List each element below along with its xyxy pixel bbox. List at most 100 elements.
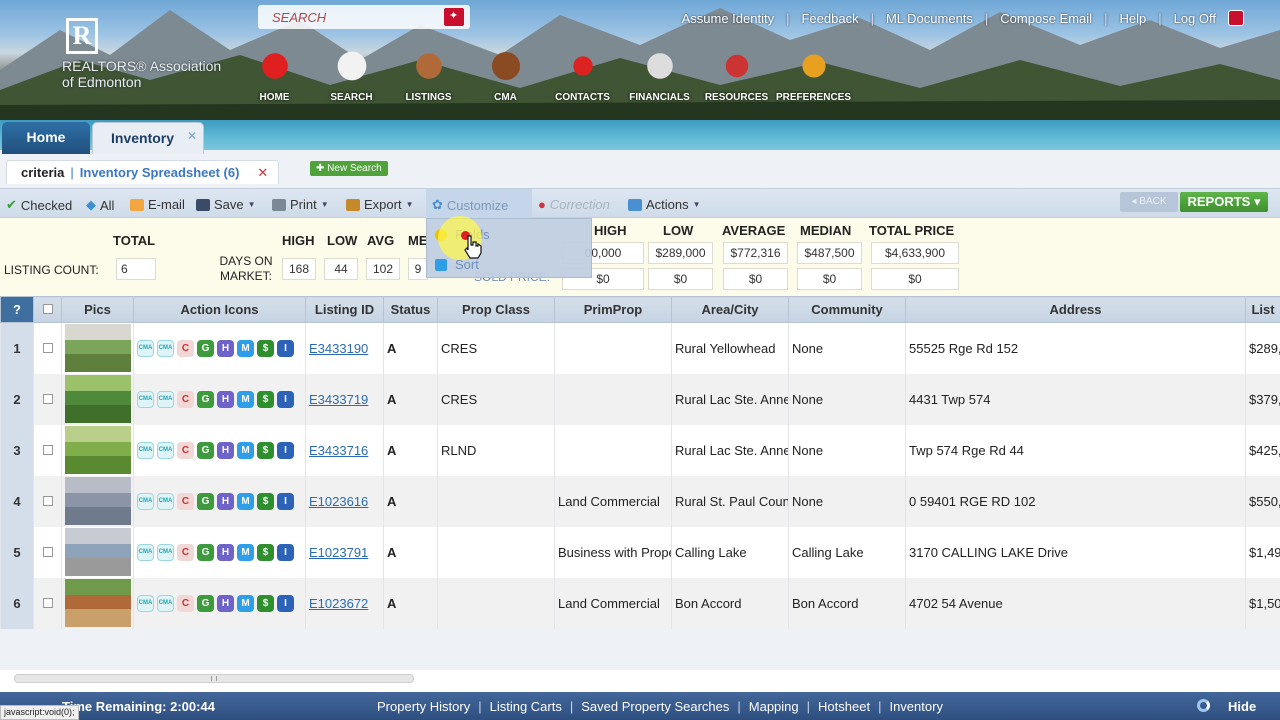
correction-icon[interactable]: C	[177, 594, 194, 612]
correction-icon[interactable]: C	[177, 390, 194, 408]
address-column-header[interactable]: Address	[905, 296, 1246, 323]
google-icon[interactable]: G	[197, 390, 214, 408]
history-icon[interactable]: H	[217, 390, 234, 408]
table-row[interactable]: 3 CMA CMA C G H M $ I E3433716 A RLND Rural Lac Ste.…	[0, 424, 1280, 476]
tab-home[interactable]: Home	[2, 122, 90, 154]
ml-documents-link[interactable]: ML Documents	[886, 11, 973, 26]
correction-button[interactable]: ● Correction	[538, 197, 610, 212]
row-select-cell[interactable]	[33, 322, 62, 374]
maple-leaf-search-icon[interactable]	[444, 8, 464, 26]
row-checkbox[interactable]	[42, 393, 53, 404]
listing-id-link[interactable]: E3433190	[309, 341, 368, 356]
search-input[interactable]: SEARCH	[258, 5, 470, 29]
row-checkbox[interactable]	[42, 342, 53, 353]
hide-footer-button[interactable]: Hide	[1228, 699, 1256, 714]
scrollbar-grip[interactable]	[211, 676, 217, 681]
google-icon[interactable]: G	[197, 339, 214, 357]
dollar-icon[interactable]: $	[257, 492, 274, 510]
property-photo[interactable]	[65, 528, 131, 576]
info-icon[interactable]: I	[277, 594, 294, 612]
listing-id-link[interactable]: E3433716	[309, 443, 368, 458]
tab-inventory[interactable]: Inventory ✕	[92, 122, 204, 154]
table-row[interactable]: 6 CMA CMA C G H M $ I E1023672 A Land Commercial Bon…	[0, 577, 1280, 629]
dollar-icon[interactable]: $	[257, 594, 274, 612]
history-icon[interactable]: H	[217, 543, 234, 561]
shield-icon[interactable]	[1228, 10, 1244, 26]
criteria-label[interactable]: criteria	[21, 165, 64, 180]
prop-class-column-header[interactable]: Prop Class	[437, 296, 555, 323]
nav-search[interactable]: SEARCH	[313, 44, 390, 103]
realtor-logo[interactable]: R	[66, 18, 98, 54]
row-checkbox[interactable]	[42, 546, 53, 557]
google-icon[interactable]: G	[197, 543, 214, 561]
correction-icon[interactable]: C	[177, 543, 194, 561]
feedback-link[interactable]: Feedback	[801, 11, 858, 26]
cma-report-icon[interactable]: CMA	[157, 492, 174, 510]
cma-report-icon[interactable]: CMA	[157, 441, 174, 459]
row-select-cell[interactable]	[33, 577, 62, 629]
pic-cell[interactable]	[61, 424, 134, 476]
listing-carts-link[interactable]: Listing Carts	[490, 699, 562, 714]
cma-icon[interactable]: CMA	[137, 594, 154, 612]
horizontal-scrollbar[interactable]	[14, 674, 414, 683]
actions-button[interactable]: Actions ▼	[628, 197, 701, 212]
assume-identity-link[interactable]: Assume Identity	[682, 11, 775, 26]
email-button[interactable]: E-mail	[130, 197, 185, 212]
row-checkbox[interactable]	[42, 597, 53, 608]
table-row[interactable]: 4 CMA CMA C G H M $ I E1023616 A Land Commercial Rur…	[0, 475, 1280, 527]
info-icon[interactable]: I	[277, 441, 294, 459]
row-select-cell[interactable]	[33, 475, 62, 527]
nav-cma[interactable]: CMA	[467, 44, 544, 103]
action-icons-column-header[interactable]: Action Icons	[133, 296, 306, 323]
listing-id-link[interactable]: E1023791	[309, 545, 368, 560]
dollar-icon[interactable]: $	[257, 543, 274, 561]
pic-cell[interactable]	[61, 577, 134, 629]
history-icon[interactable]: H	[217, 594, 234, 612]
dollar-icon[interactable]: $	[257, 339, 274, 357]
nav-resources[interactable]: RESOURCES	[698, 44, 775, 103]
checked-button[interactable]: ✔ Checked	[6, 197, 72, 213]
row-checkbox[interactable]	[42, 495, 53, 506]
row-select-cell[interactable]	[33, 373, 62, 425]
map-icon[interactable]: M	[237, 339, 254, 357]
map-icon[interactable]: M	[237, 594, 254, 612]
pic-cell[interactable]	[61, 322, 134, 374]
log-off-link[interactable]: Log Off	[1174, 11, 1216, 26]
nav-contacts[interactable]: CONTACTS	[544, 44, 621, 103]
info-icon[interactable]: I	[277, 339, 294, 357]
row-select-cell[interactable]	[33, 526, 62, 578]
nav-home[interactable]: HOME	[236, 44, 313, 103]
table-row[interactable]: 2 CMA CMA C G H M $ I E3433719 A CRES Rural Lac Ste.…	[0, 373, 1280, 425]
help-column-header[interactable]: ?	[0, 296, 34, 323]
map-icon[interactable]: M	[237, 441, 254, 459]
google-icon[interactable]: G	[197, 492, 214, 510]
listing-id-link[interactable]: E1023672	[309, 596, 368, 611]
property-photo[interactable]	[65, 579, 131, 627]
correction-icon[interactable]: C	[177, 492, 194, 510]
cma-icon[interactable]: CMA	[137, 543, 154, 561]
nav-listings[interactable]: LISTINGS	[390, 44, 467, 103]
hotsheet-link[interactable]: Hotsheet	[818, 699, 870, 714]
row-select-cell[interactable]	[33, 424, 62, 476]
inventory-spreadsheet-tab[interactable]: Inventory Spreadsheet (6)	[80, 165, 240, 180]
cma-report-icon[interactable]: CMA	[157, 390, 174, 408]
listing-id-link[interactable]: E1023616	[309, 494, 368, 509]
pic-cell[interactable]	[61, 373, 134, 425]
table-row[interactable]: 5 CMA CMA C G H M $ I E1023791 A Business with Prop…	[0, 526, 1280, 578]
reports-button[interactable]: REPORTS ▾	[1180, 192, 1268, 212]
dollar-icon[interactable]: $	[257, 441, 274, 459]
cma-report-icon[interactable]: CMA	[157, 543, 174, 561]
community-column-header[interactable]: Community	[788, 296, 906, 323]
select-all-header[interactable]	[33, 296, 62, 323]
back-button[interactable]: ◂ BACK	[1120, 192, 1178, 212]
saved-property-searches-link[interactable]: Saved Property Searches	[581, 699, 729, 714]
history-icon[interactable]: H	[217, 492, 234, 510]
status-column-header[interactable]: Status	[383, 296, 438, 323]
cma-report-icon[interactable]: CMA	[157, 594, 174, 612]
pics-column-header[interactable]: Pics	[61, 296, 134, 323]
property-history-link[interactable]: Property History	[377, 699, 470, 714]
history-icon[interactable]: H	[217, 339, 234, 357]
google-icon[interactable]: G	[197, 441, 214, 459]
inventory-link[interactable]: Inventory	[889, 699, 942, 714]
property-photo[interactable]	[65, 375, 131, 423]
